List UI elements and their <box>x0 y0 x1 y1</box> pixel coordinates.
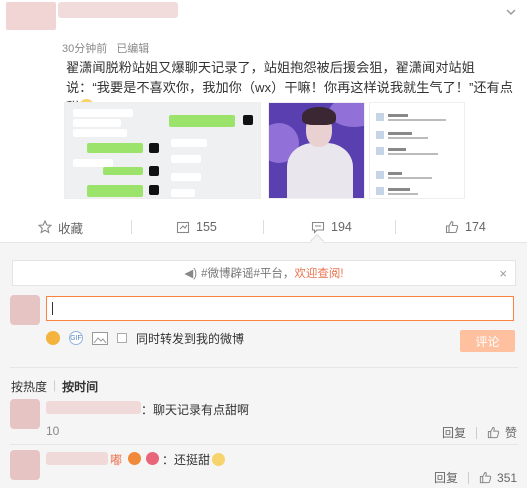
close-icon[interactable]: × <box>499 266 507 281</box>
rumor-notice-bar: ◀) #微博辟谣#平台， 欢迎查阅! × <box>12 260 516 286</box>
edited-label: 已编辑 <box>116 43 150 55</box>
image-icon[interactable] <box>92 331 108 345</box>
comment-text: ：聊天记录有点甜啊 <box>141 403 250 417</box>
like-button[interactable]: 174 <box>445 212 486 242</box>
repost-button[interactable]: 155 <box>176 212 217 242</box>
like-label[interactable]: 赞 <box>505 424 517 441</box>
reply-button[interactable]: 回复 <box>442 424 466 441</box>
post-meta: 30分钟前 已编辑 <box>62 40 149 56</box>
sort-tabs: 按热度 | 按时间 <box>11 378 98 395</box>
favorite-button[interactable]: 收藏 <box>38 212 83 242</box>
comment-toolbar: GIF 同时转发到我的微博 <box>46 329 244 347</box>
thumbs-up-icon[interactable] <box>479 471 492 484</box>
sort-by-time[interactable]: 按时间 <box>62 378 98 395</box>
comment-text-body: ：还挺甜 <box>162 453 211 467</box>
comment-icon <box>311 221 325 234</box>
comment-time: 10 <box>46 424 60 438</box>
favorite-label: 收藏 <box>58 221 84 236</box>
author-name-blurred[interactable] <box>58 2 178 18</box>
comment-author-blurred[interactable] <box>46 401 141 414</box>
person-photo-image[interactable] <box>268 102 365 199</box>
text-cursor <box>52 302 53 315</box>
comment-avatar[interactable] <box>10 450 40 480</box>
fan-badge-icon <box>146 452 159 465</box>
notice-text: #微博辟谣#平台， <box>201 268 295 280</box>
repost-icon <box>176 221 190 234</box>
divider <box>10 444 518 445</box>
comment-input[interactable] <box>46 296 514 321</box>
comment-count: 194 <box>331 220 352 234</box>
star-icon <box>38 220 52 234</box>
chat-screenshot-image[interactable] <box>64 102 261 199</box>
submit-comment-button[interactable]: 评论 <box>460 330 515 352</box>
emoji-icon[interactable] <box>46 331 60 345</box>
sort-by-hot[interactable]: 按热度 <box>11 378 47 395</box>
also-repost-checkbox[interactable] <box>117 333 127 343</box>
like-count[interactable]: 351 <box>497 471 517 485</box>
comment-footer: 回复 351 <box>434 469 517 486</box>
comment-author-blurred[interactable] <box>46 452 108 465</box>
comment-text: ：还挺甜 <box>162 451 226 468</box>
reply-button[interactable]: 回复 <box>434 469 458 486</box>
also-repost-label: 同时转发到我的微博 <box>136 331 245 346</box>
notice-link[interactable]: 欢迎查阅! <box>294 265 343 281</box>
comment-avatar[interactable] <box>10 399 40 429</box>
like-count: 174 <box>465 220 486 234</box>
thumbs-up-icon <box>445 220 459 234</box>
sort-separator: | <box>53 378 57 392</box>
chevron-down-icon[interactable] <box>505 6 517 18</box>
comments-screenshot-image[interactable] <box>369 102 465 199</box>
blush-emoji-icon <box>212 453 226 466</box>
comment-author-suffix[interactable]: 嘟 <box>110 451 122 468</box>
speaker-icon: ◀) <box>184 268 198 280</box>
thumbs-up-icon[interactable] <box>487 426 500 439</box>
divider <box>10 367 518 368</box>
post-time[interactable]: 30分钟前 <box>62 43 107 55</box>
gif-icon[interactable]: GIF <box>69 331 83 345</box>
post-action-bar: 收藏 155 194 174 <box>0 212 527 242</box>
my-avatar[interactable] <box>10 295 40 325</box>
comment-footer: 回复 赞 <box>442 424 517 441</box>
repost-count: 155 <box>196 220 217 234</box>
author-avatar[interactable] <box>6 2 56 30</box>
crown-badge-icon <box>128 452 141 465</box>
